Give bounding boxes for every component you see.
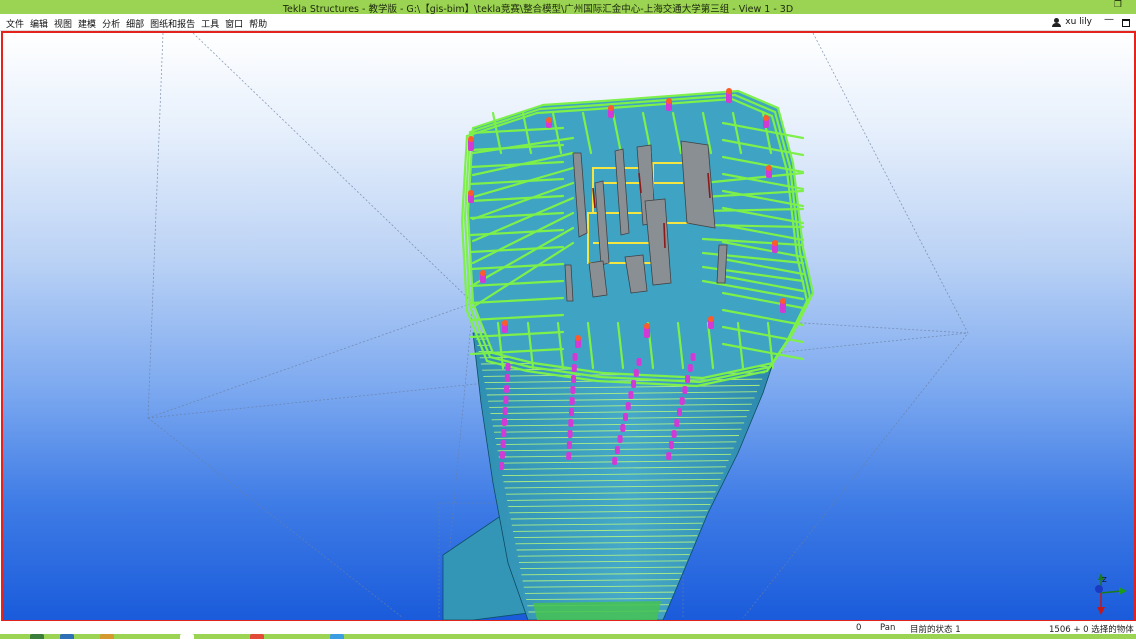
column-segment xyxy=(671,430,677,438)
column-segment xyxy=(620,424,626,432)
column-segment xyxy=(679,397,685,405)
user-name: xu lily xyxy=(1065,17,1092,27)
column-cap xyxy=(468,136,474,142)
menu-item[interactable]: 细部 xyxy=(124,17,148,30)
column-cap xyxy=(468,190,474,196)
menu-item[interactable]: 窗口 xyxy=(223,17,247,30)
column-segment xyxy=(685,375,691,383)
column-segment xyxy=(502,407,508,415)
column-segment xyxy=(612,457,618,465)
task-icon[interactable] xyxy=(250,634,264,639)
column-cap xyxy=(480,270,486,276)
column-segment xyxy=(674,419,680,427)
column-cap xyxy=(575,335,581,341)
column-cap xyxy=(766,165,772,171)
column-segment xyxy=(502,418,507,426)
column-segment xyxy=(623,413,628,421)
status-count: 0 xyxy=(856,623,862,633)
3d-view-viewport[interactable]: Z xyxy=(1,31,1136,622)
column-segment xyxy=(567,430,573,438)
menu-item[interactable]: 图纸和报告 xyxy=(148,17,199,30)
column-segment xyxy=(504,385,510,393)
column-segment xyxy=(499,462,505,470)
column-segment xyxy=(571,364,577,372)
maximize-icon[interactable] xyxy=(1122,19,1130,27)
column-segment xyxy=(636,358,642,366)
column-segment xyxy=(504,374,510,382)
column-segment xyxy=(631,380,637,388)
column-segment xyxy=(677,408,682,416)
minimize-icon[interactable]: — xyxy=(1104,14,1114,25)
column-segment xyxy=(569,408,574,416)
axis-indicator-icon: Z xyxy=(1095,573,1127,615)
column-segment xyxy=(628,391,634,399)
column-cap xyxy=(708,316,714,322)
column-segment xyxy=(682,386,688,394)
user-icon xyxy=(1052,17,1062,27)
menu-item[interactable]: 分析 xyxy=(100,17,124,30)
column-segment xyxy=(500,440,506,448)
column-segment xyxy=(569,397,575,405)
menu-bar: 文件 编辑 视图 建模 分析 细部 图纸和报告 工具 窗口 帮助 xu lily — xyxy=(0,14,1136,31)
column-segment xyxy=(617,435,623,443)
menu-item[interactable]: 文件 xyxy=(4,17,28,30)
menu-item[interactable]: 视图 xyxy=(52,17,76,30)
column-segment xyxy=(633,369,639,377)
column-segment xyxy=(499,451,505,459)
column-segment xyxy=(501,429,507,437)
column-cap xyxy=(780,298,786,304)
task-icon[interactable] xyxy=(60,634,74,639)
status-bar: 0 Pan 目前的状态 1 1506 + 0 选择的物体 xyxy=(0,621,1136,635)
menu-item[interactable]: 编辑 xyxy=(28,17,52,30)
column-cap xyxy=(608,105,614,111)
column-segment xyxy=(668,441,674,449)
column-cap xyxy=(502,320,508,326)
menu-item[interactable]: 建模 xyxy=(76,17,100,30)
task-icon[interactable] xyxy=(330,634,344,639)
task-icon[interactable] xyxy=(30,634,44,639)
z-axis-label: Z xyxy=(1102,576,1107,584)
column-segment xyxy=(570,386,576,394)
column-cap xyxy=(763,115,769,121)
column-segment xyxy=(687,364,693,372)
column-segment xyxy=(614,446,620,454)
column-segment xyxy=(690,353,696,361)
column-cap xyxy=(666,98,672,104)
column-segment xyxy=(566,441,572,449)
menu-item[interactable]: 工具 xyxy=(199,17,223,30)
column-segment xyxy=(568,419,574,427)
column-cap xyxy=(772,240,778,246)
column-cap xyxy=(726,88,732,94)
column-cap xyxy=(644,323,650,329)
task-icon[interactable] xyxy=(180,634,194,639)
taskbar xyxy=(0,634,1136,639)
menu-item[interactable]: 帮助 xyxy=(247,17,271,30)
model-render[interactable]: Z xyxy=(3,33,1134,620)
column-segment xyxy=(503,396,509,404)
column-segment xyxy=(505,363,511,371)
column-segment xyxy=(566,452,572,460)
menu-items: 文件 编辑 视图 建模 分析 细部 图纸和报告 工具 窗口 帮助 xyxy=(4,17,271,30)
title-bar: Tekla Structures - 教学版 - G:\【gis-bim】\te… xyxy=(0,0,1136,15)
column-segment xyxy=(572,353,578,361)
column-cap xyxy=(546,117,552,123)
column-segment xyxy=(666,452,672,460)
column-segment xyxy=(571,375,577,383)
task-icon[interactable] xyxy=(100,634,114,639)
user-account[interactable]: xu lily xyxy=(1052,17,1092,27)
column-segment xyxy=(625,402,631,410)
window-title: Tekla Structures - 教学版 - G:\【gis-bim】\te… xyxy=(282,4,794,15)
status-mode: Pan xyxy=(880,623,896,633)
restore-window-icon[interactable]: ❐ xyxy=(1114,0,1122,10)
